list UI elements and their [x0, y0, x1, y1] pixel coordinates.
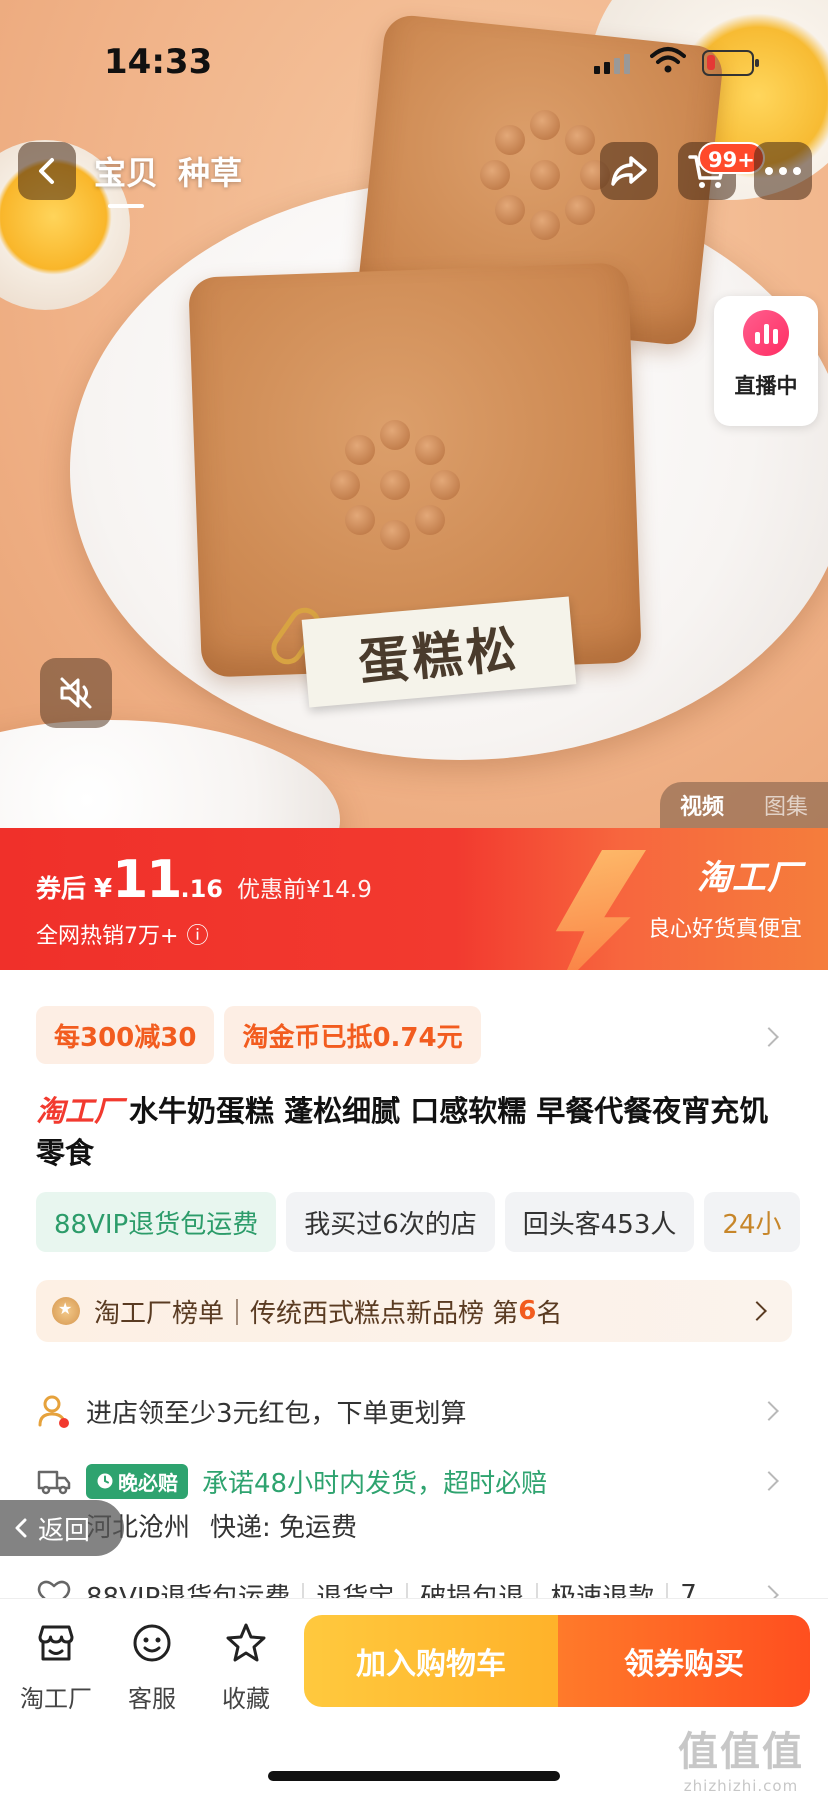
- price-banner: 券后 ¥ 11 .16 优惠前¥14.9 全网热销7万+ ⓘ 淘工厂 良心好货真…: [0, 828, 828, 970]
- rank-text: 淘工厂榜单｜传统西式糕点新品榜 第: [94, 1298, 519, 1329]
- price-integer: 11: [112, 850, 182, 910]
- coupon-row[interactable]: 每300减30 淘金币已抵0.74元: [36, 1006, 481, 1064]
- buy-with-coupon-button[interactable]: 领券购买: [558, 1615, 810, 1707]
- chip-24h[interactable]: 24小: [704, 1192, 800, 1252]
- coupon-tag[interactable]: 每300减30: [36, 1006, 215, 1064]
- product-media[interactable]: 蛋糕松: [0, 0, 828, 828]
- add-to-cart-button[interactable]: 加入购物车: [304, 1615, 558, 1707]
- media-tab-switch: 视频 图集: [660, 782, 828, 828]
- watermark-logo: 值值值: [678, 1729, 804, 1775]
- watermark: 值值值 zhizhizhi.com: [678, 1719, 804, 1795]
- chip-vip-return[interactable]: 88VIP退货包运费: [36, 1192, 277, 1252]
- tab-gallery[interactable]: 图集: [764, 789, 808, 821]
- tab-video[interactable]: 视频: [680, 789, 724, 821]
- mute-button[interactable]: [40, 658, 112, 728]
- star-icon: [226, 1623, 266, 1662]
- truck-icon: [37, 1470, 71, 1495]
- price-decimal: .16: [180, 875, 223, 903]
- coupon-tag[interactable]: 淘金币已抵0.74元: [224, 1006, 481, 1064]
- return-button[interactable]: 返回: [0, 1500, 124, 1556]
- chip-repeat-customers[interactable]: 回头客453人: [504, 1192, 695, 1252]
- clock-icon: [97, 1473, 113, 1489]
- product-title: 淘工厂 水牛奶蛋糕 蓬松细腻 口感软糯 早餐代餐夜宵充饥零食: [36, 1090, 796, 1174]
- title-brand: 淘工厂: [36, 1094, 124, 1128]
- brand-tag: 淘工厂 良心好货真便宜: [648, 850, 802, 943]
- chevron-left-icon: [39, 158, 54, 184]
- store-button[interactable]: 淘工厂: [16, 1621, 96, 1714]
- share-button[interactable]: [600, 142, 658, 200]
- service-button[interactable]: 客服: [112, 1621, 192, 1714]
- wifi-icon: [650, 47, 686, 73]
- tab-zhongcao[interactable]: 种草: [178, 148, 242, 194]
- chevron-right-icon[interactable]: [759, 1027, 779, 1047]
- sales-text: 全网热销7万+: [36, 924, 179, 949]
- live-button[interactable]: 直播中: [714, 296, 818, 426]
- medal-icon: [52, 1297, 80, 1325]
- info-icon: ⓘ: [186, 924, 209, 949]
- redpacket-row[interactable]: 进店领至少3元红包，下单更划算: [36, 1386, 792, 1436]
- rank-number: 6: [518, 1296, 537, 1326]
- more-button[interactable]: [754, 142, 812, 200]
- badge-label: 晚必赔: [118, 1470, 178, 1495]
- battery-icon: [702, 50, 759, 76]
- home-indicator[interactable]: [268, 1771, 560, 1781]
- original-price: 优惠前¥14.9: [237, 877, 372, 903]
- title-text: 水牛奶蛋糕 蓬松细腻 口感软糯 早餐代餐夜宵充饥零食: [36, 1094, 769, 1170]
- cake-pattern: [320, 410, 470, 560]
- lightning-icon: [555, 850, 646, 970]
- back-button[interactable]: [18, 142, 76, 200]
- more-icon: [765, 167, 801, 175]
- price-label: 券后: [36, 874, 87, 903]
- ranking-banner[interactable]: 淘工厂榜单｜传统西式糕点新品榜 第 6 名: [36, 1280, 792, 1342]
- shipping-origin-row: 河北沧州 快递: 免运费: [36, 1500, 792, 1550]
- favorite-button[interactable]: 收藏: [206, 1621, 286, 1714]
- price-row: 券后 ¥ 11 .16 优惠前¥14.9: [36, 850, 372, 910]
- service-chips: 88VIP退货包运费 我买过6次的店 回头客453人 24小: [36, 1192, 800, 1252]
- return-label: 返回: [38, 1515, 91, 1546]
- share-icon: [611, 156, 647, 186]
- status-bar: 14:33: [0, 0, 828, 110]
- shipping-promise: 承诺48小时内发货，超时必赔: [202, 1468, 548, 1499]
- shipping-row[interactable]: 晚必赔 承诺48小时内发货，超时必赔: [36, 1456, 792, 1506]
- bottom-action-bar: 淘工厂 客服 收藏 加入购物车 领券购买 值值值 zhizhizhi.com: [0, 1598, 828, 1796]
- tab-baobei[interactable]: 宝贝: [94, 148, 158, 208]
- redpacket-text: 进店领至少3元红包，下单更划算: [86, 1398, 467, 1429]
- sales-row[interactable]: 全网热销7万+ ⓘ: [36, 918, 208, 950]
- store-icon: [38, 1625, 74, 1661]
- live-icon: [743, 310, 789, 356]
- chip-bought-before[interactable]: 我买过6次的店: [286, 1192, 495, 1252]
- price-currency: ¥: [94, 874, 113, 904]
- favorite-label: 收藏: [222, 1685, 270, 1713]
- speaker-muted-icon: [60, 677, 92, 709]
- live-label: 直播中: [734, 374, 798, 398]
- coupon-person-icon: [38, 1395, 69, 1428]
- brand-slogan: 良心好货真便宜: [647, 917, 802, 942]
- plate-image: [0, 720, 340, 828]
- service-label: 客服: [128, 1685, 176, 1713]
- customer-service-icon: [133, 1624, 171, 1662]
- signal-icon: [594, 52, 630, 74]
- store-label: 淘工厂: [20, 1685, 92, 1713]
- chevron-left-icon: [15, 1518, 27, 1538]
- status-time: 14:33: [104, 42, 213, 82]
- cake-pattern: [470, 100, 620, 250]
- late-compensation-badge: 晚必赔: [86, 1463, 188, 1499]
- watermark-url: zhizhizhi.com: [683, 1777, 799, 1795]
- brand-name: 淘工厂: [697, 858, 802, 898]
- rank-suffix: 名: [536, 1298, 563, 1329]
- shipping-express: 快递: 免运费: [210, 1512, 358, 1543]
